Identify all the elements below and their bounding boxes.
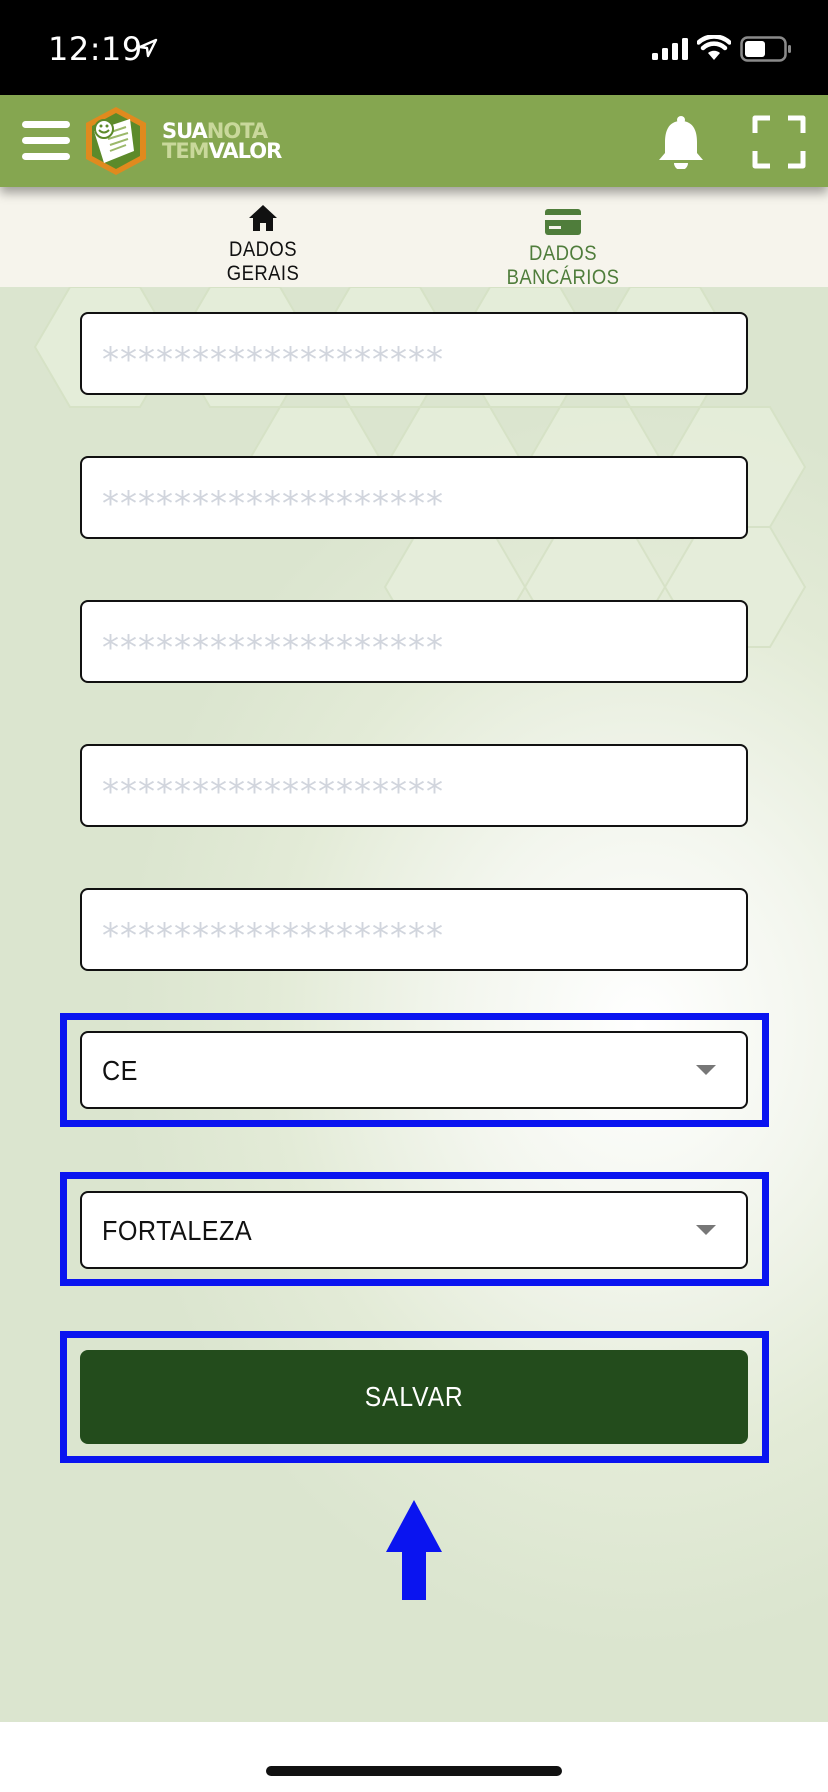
state-select-value: CE [102,1055,138,1086]
state-select[interactable]: CE [80,1031,748,1109]
form-content: ******************* ******************* … [0,287,828,1722]
hamburger-menu-icon[interactable] [22,121,70,161]
cellular-signal-icon [652,38,688,60]
city-select[interactable]: FORTALEZA [80,1191,748,1269]
status-time: 12:19 [48,30,143,68]
tab-dados-gerais[interactable]: DADOS GERAIS [188,203,338,286]
masked-value: ******************* [102,772,444,812]
tab-label: DADOS BANCÁRIOS [506,242,620,289]
save-button[interactable]: SALVAR [80,1350,748,1444]
home-indicator-area [0,1722,828,1792]
masked-input-2[interactable]: ******************* [80,456,748,539]
masked-value: ******************* [102,340,444,380]
logo-wordmark: SUANOTA TEMVALOR [162,121,283,163]
status-bar: 12:19 [0,0,828,95]
home-icon [249,205,277,231]
app-header: SUANOTA TEMVALOR [0,95,828,187]
logo-icon [86,107,146,175]
save-button-label: SALVAR [364,1381,464,1412]
location-arrow-icon [138,38,158,58]
masked-input-1[interactable]: ******************* [80,312,748,395]
masked-input-4[interactable]: ******************* [80,744,748,827]
chevron-down-icon [696,1225,716,1235]
masked-input-3[interactable]: ******************* [80,600,748,683]
logo-tem: TEM [162,139,210,163]
credit-card-icon [545,209,581,235]
bell-icon[interactable] [656,115,706,169]
tab-dados-bancarios[interactable]: DADOS BANCÁRIOS [460,203,666,290]
chevron-down-icon [696,1065,716,1075]
tab-bar: DADOS GERAIS DADOS BANCÁRIOS [0,187,828,290]
battery-icon [740,36,791,62]
logo-valor: VALOR [208,139,283,163]
masked-value: ******************* [102,628,444,668]
masked-value: ******************* [102,916,444,956]
up-arrow-icon [386,1500,442,1600]
city-select-value: FORTALEZA [102,1215,253,1246]
tab-label: DADOS GERAIS [226,238,300,285]
wifi-icon [697,35,731,60]
masked-input-5[interactable]: ******************* [80,888,748,971]
scan-icon[interactable] [752,115,806,169]
home-indicator[interactable] [266,1766,562,1776]
masked-value: ******************* [102,484,444,524]
